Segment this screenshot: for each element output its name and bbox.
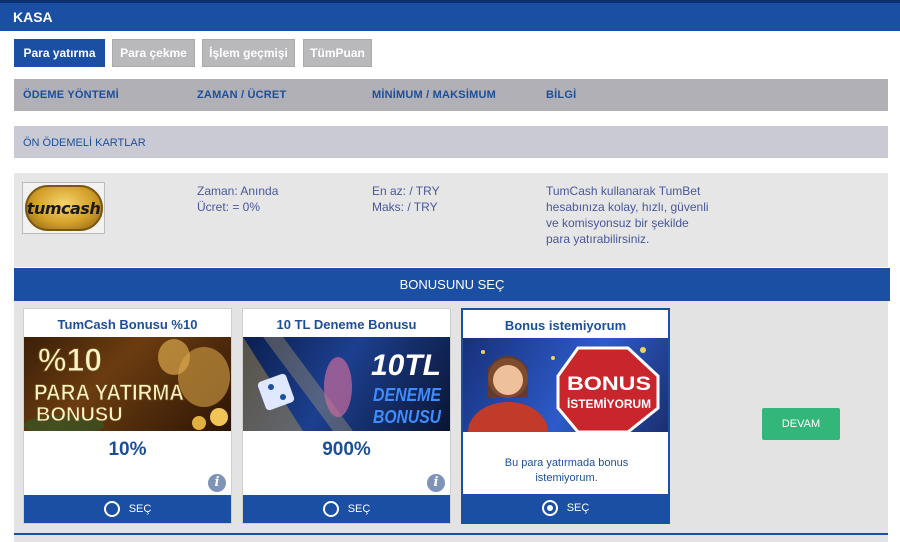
bonus-area-divider: [14, 533, 888, 542]
banner-line-2: BONUSU: [36, 404, 123, 426]
banner-line-2: İSTEMİYORUM: [567, 396, 651, 411]
column-info: BİLGİ: [546, 89, 577, 101]
tab-withdraw[interactable]: Para çekme: [112, 39, 195, 67]
time-fee-cell: Zaman: Anında Ücret: = 0%: [197, 183, 278, 215]
info-icon[interactable]: i: [208, 474, 226, 492]
tumcash-logo-text: tumcash: [26, 198, 101, 218]
banner-line-1: BONUS: [567, 374, 651, 395]
min-max-cell: En az: / TRY Maks: / TRY: [372, 183, 440, 215]
column-time-fee: ZAMAN / ÜCRET: [197, 89, 287, 101]
column-payment-method: ÖDEME YÖNTEMİ: [23, 89, 119, 101]
bonus-card-trial[interactable]: 10 TL Deneme Bonusu 10TL DENEME BONUSU 9…: [242, 308, 451, 524]
time-value: Zaman: Anında: [197, 184, 279, 198]
info-line-4: para yatırabilirsiniz.: [546, 232, 650, 246]
no-bonus-banner-graphic: BONUS İSTEMİYORUM: [468, 346, 660, 432]
tumcash-logo[interactable]: tumcash: [22, 182, 105, 234]
max-value: Maks: / TRY: [372, 200, 438, 214]
select-label: SEÇ: [566, 502, 590, 514]
select-bonus-button[interactable]: SEÇ: [243, 495, 450, 523]
bonus-card-title: TumCash Bonusu %10: [57, 317, 198, 332]
bonus-card-title: Bonus istemiyorum: [504, 318, 627, 333]
fee-value: Ücret: = 0%: [197, 200, 261, 214]
cashier-header: KASA: [0, 0, 900, 31]
info-line-2: hesabınıza kolay, hızlı, güvenli: [546, 200, 709, 214]
banner-percent-text: %10: [38, 342, 102, 378]
bonus-banner-image: 10TL DENEME BONUSU: [243, 337, 450, 431]
bonus-card-no-bonus[interactable]: Bonus istemiyorum BONUS İSTEMİYORUM Bu p…: [461, 308, 670, 524]
banner-line-1: DENEME: [373, 385, 442, 405]
prepaid-cards-section: ÖN ÖDEMELİ KARTLAR: [14, 126, 888, 158]
bonus-percentage: 900%: [322, 439, 371, 460]
select-bonus-button[interactable]: SEÇ: [463, 494, 668, 522]
bonus-percentage: 10%: [108, 439, 147, 460]
trial-bonus-banner-graphic: 10TL DENEME BONUSU: [243, 337, 442, 431]
radio-icon-selected[interactable]: [541, 500, 558, 516]
bonus-card-title: 10 TL Deneme Bonusu: [276, 317, 417, 332]
select-bonus-button[interactable]: SEÇ: [24, 495, 231, 523]
tab-tumpuan[interactable]: TümPuan: [303, 39, 372, 67]
payment-method-row[interactable]: tumcash Zaman: Anında Ücret: = 0% En az:…: [14, 173, 888, 267]
tab-deposit[interactable]: Para yatırma: [14, 39, 105, 67]
no-bonus-note: Bu para yatırmada bonus istemiyorum.: [504, 457, 629, 484]
info-line-1: TumCash kullanarak TumBet: [546, 184, 701, 198]
tab-history[interactable]: İşlem geçmişi: [202, 39, 295, 67]
banner-line-2: BONUSU: [373, 407, 442, 427]
bonus-card-tumcash[interactable]: TumCash Bonusu %10 %10 PARA YATIRMA BONU…: [23, 308, 232, 524]
bonus-header: BONUSUNU SEÇ: [14, 268, 890, 301]
column-min-max: MİNİMUM / MAKSİMUM: [372, 89, 496, 101]
radio-dot: [546, 505, 553, 511]
radio-icon[interactable]: [322, 501, 339, 517]
tumcash-logo-badge: tumcash: [24, 185, 103, 231]
radio-icon[interactable]: [103, 501, 120, 517]
info-cell: TumCash kullanarak TumBet hesabınıza kol…: [546, 183, 709, 247]
payment-table-header: ÖDEME YÖNTEMİ ZAMAN / ÜCRET MİNİMUM / MA…: [14, 79, 888, 111]
banner-line-1: PARA YATIRMA: [34, 380, 184, 405]
section-title: ÖN ÖDEMELİ KARTLAR: [23, 137, 146, 149]
bonus-banner-image: %10 PARA YATIRMA BONUSU: [24, 337, 231, 431]
info-icon[interactable]: i: [427, 474, 445, 492]
bonus-banner-image: BONUS İSTEMİYORUM: [463, 338, 668, 432]
info-line-3: ve komisyonsuz bir şekilde: [546, 216, 689, 230]
continue-button[interactable]: DEVAM: [762, 408, 840, 440]
select-label: SEÇ: [347, 503, 371, 515]
min-value: En az: / TRY: [372, 184, 440, 198]
select-label: SEÇ: [128, 503, 152, 515]
page-title: KASA: [13, 9, 53, 25]
deposit-bonus-banner-graphic: %10 PARA YATIRMA BONUSU: [24, 339, 230, 431]
banner-amount-text: 10TL: [371, 349, 441, 382]
